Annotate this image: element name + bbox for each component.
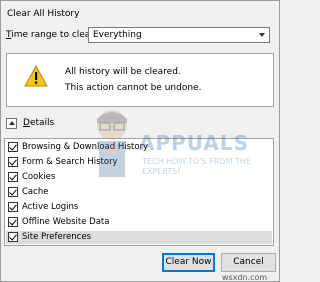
time-range-value: Everything — [93, 30, 142, 40]
warning-icon — [24, 65, 48, 87]
checkbox[interactable] — [8, 157, 18, 167]
checkbox[interactable] — [8, 142, 18, 152]
watermark-tagline: TECH HOW-TO'S FROM THE EXPERTS! — [142, 157, 251, 176]
item-label: Cache — [22, 187, 49, 197]
source-watermark: wsxdn.com — [222, 273, 268, 282]
clear-history-dialog: Clear All History Time range to clear: E… — [0, 0, 280, 282]
time-range-select[interactable]: Everything — [88, 27, 270, 43]
appuals-watermark: APPUALS TECH HOW-TO'S FROM THE EXPERTS! — [87, 101, 277, 221]
details-label: Details — [23, 118, 55, 128]
clear-now-button[interactable]: Clear Now — [162, 253, 215, 272]
checkbox[interactable] — [8, 172, 18, 182]
checkbox[interactable] — [8, 217, 18, 227]
time-range-label: Time range to clear: — [6, 30, 97, 40]
warning-text-line2: This action cannot be undone. — [65, 83, 202, 93]
chevron-up-icon — [9, 121, 15, 125]
time-range-row: Time range to clear: Everything — [6, 27, 274, 45]
item-label: Cookies — [22, 172, 56, 182]
list-item-site-preferences[interactable]: Site Preferences — [6, 231, 272, 244]
checkbox[interactable] — [8, 232, 18, 242]
checkbox[interactable] — [8, 187, 18, 197]
window-title: Clear All History — [7, 9, 80, 19]
checkbox[interactable] — [8, 202, 18, 212]
details-collapse-button[interactable] — [6, 118, 17, 129]
item-label: Active Logins — [22, 202, 79, 212]
warning-panel: All history will be cleared. This action… — [6, 53, 274, 107]
cancel-button[interactable]: Cancel — [221, 253, 276, 272]
mascot-icon — [97, 110, 127, 177]
chevron-down-icon — [259, 33, 265, 37]
warning-text-line1: All history will be cleared. — [65, 67, 181, 77]
item-label: Site Preferences — [22, 232, 92, 242]
watermark-brand: APPUALS — [139, 131, 250, 155]
